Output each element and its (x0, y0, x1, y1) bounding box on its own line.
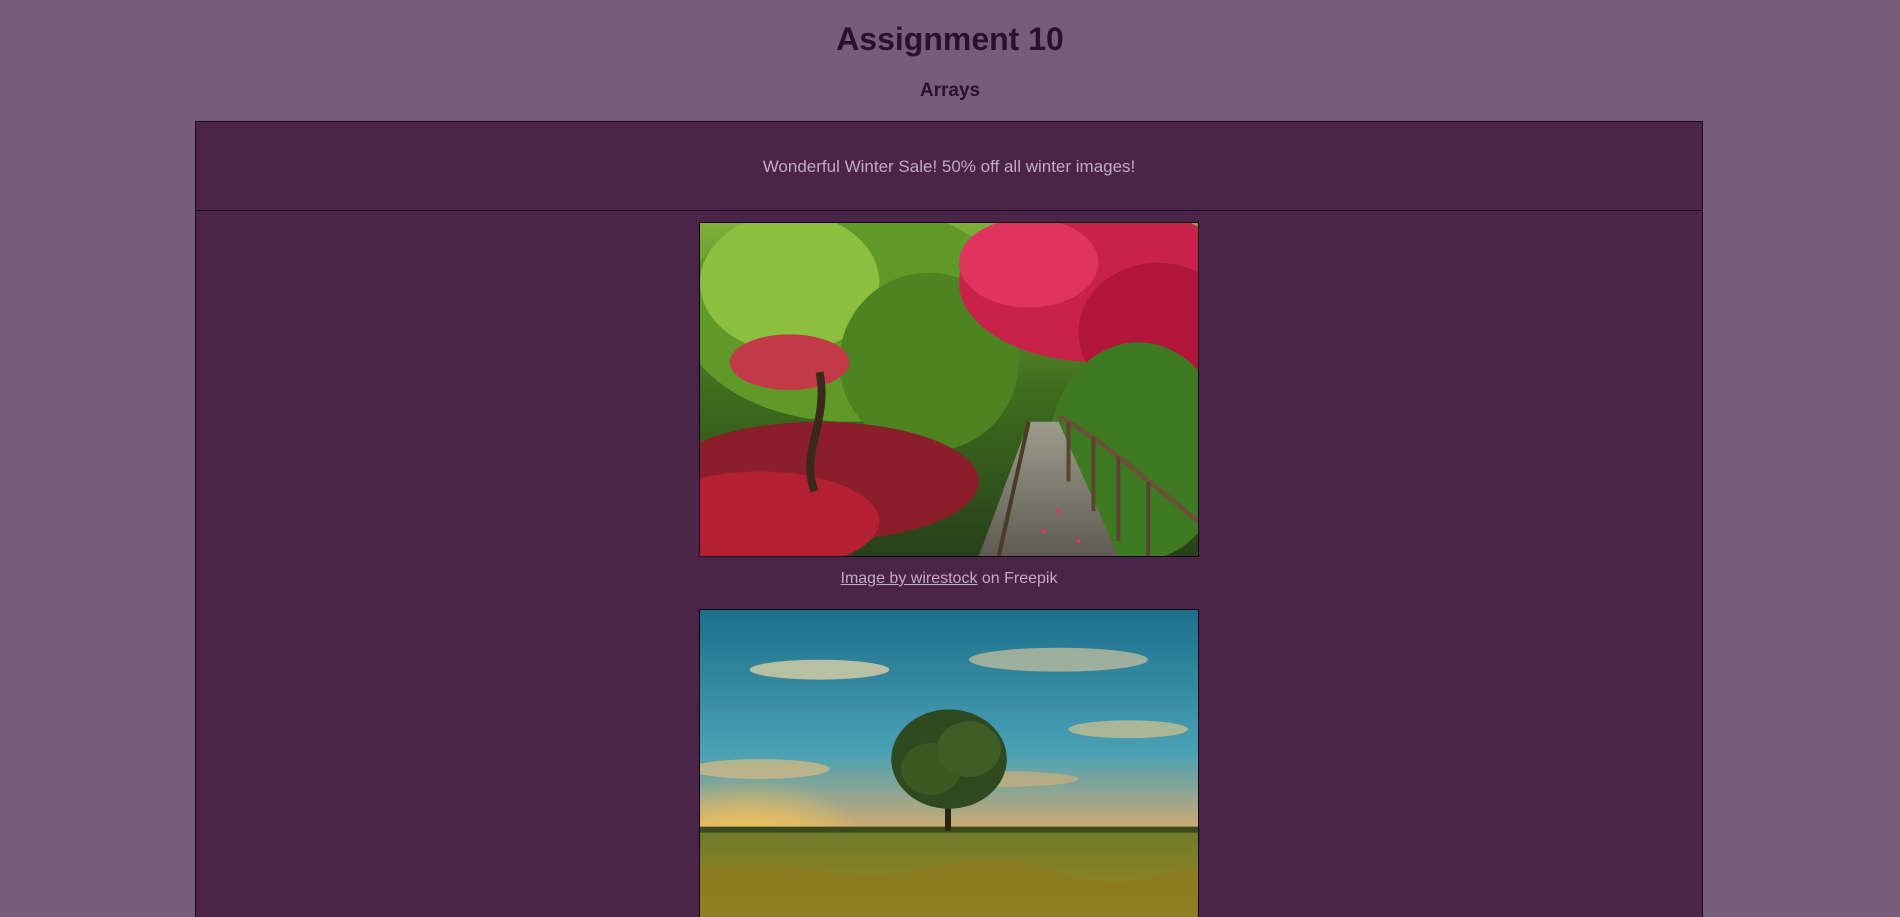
gallery-image-garden-path (699, 222, 1199, 557)
credit-suffix: on Freepik (977, 570, 1058, 587)
credit-link[interactable]: Image by wirestock (841, 570, 978, 587)
tree-sunset-photo (700, 610, 1198, 917)
image-credit: Image by wirestock on Freepik (196, 569, 1702, 589)
garden-path-photo (700, 223, 1198, 556)
sale-banner-text: Wonderful Winter Sale! 50% off all winte… (762, 157, 1136, 176)
page-subtitle: Arrays (919, 80, 981, 101)
gallery-container: Wonderful Winter Sale! 50% off all winte… (195, 121, 1703, 917)
page: Assignment 10 Arrays Wonderful Winter Sa… (0, 0, 1900, 917)
gallery-image-tree-sunset (699, 609, 1199, 917)
sale-banner: Wonderful Winter Sale! 50% off all winte… (196, 122, 1702, 211)
page-title: Assignment 10 (836, 21, 1064, 57)
